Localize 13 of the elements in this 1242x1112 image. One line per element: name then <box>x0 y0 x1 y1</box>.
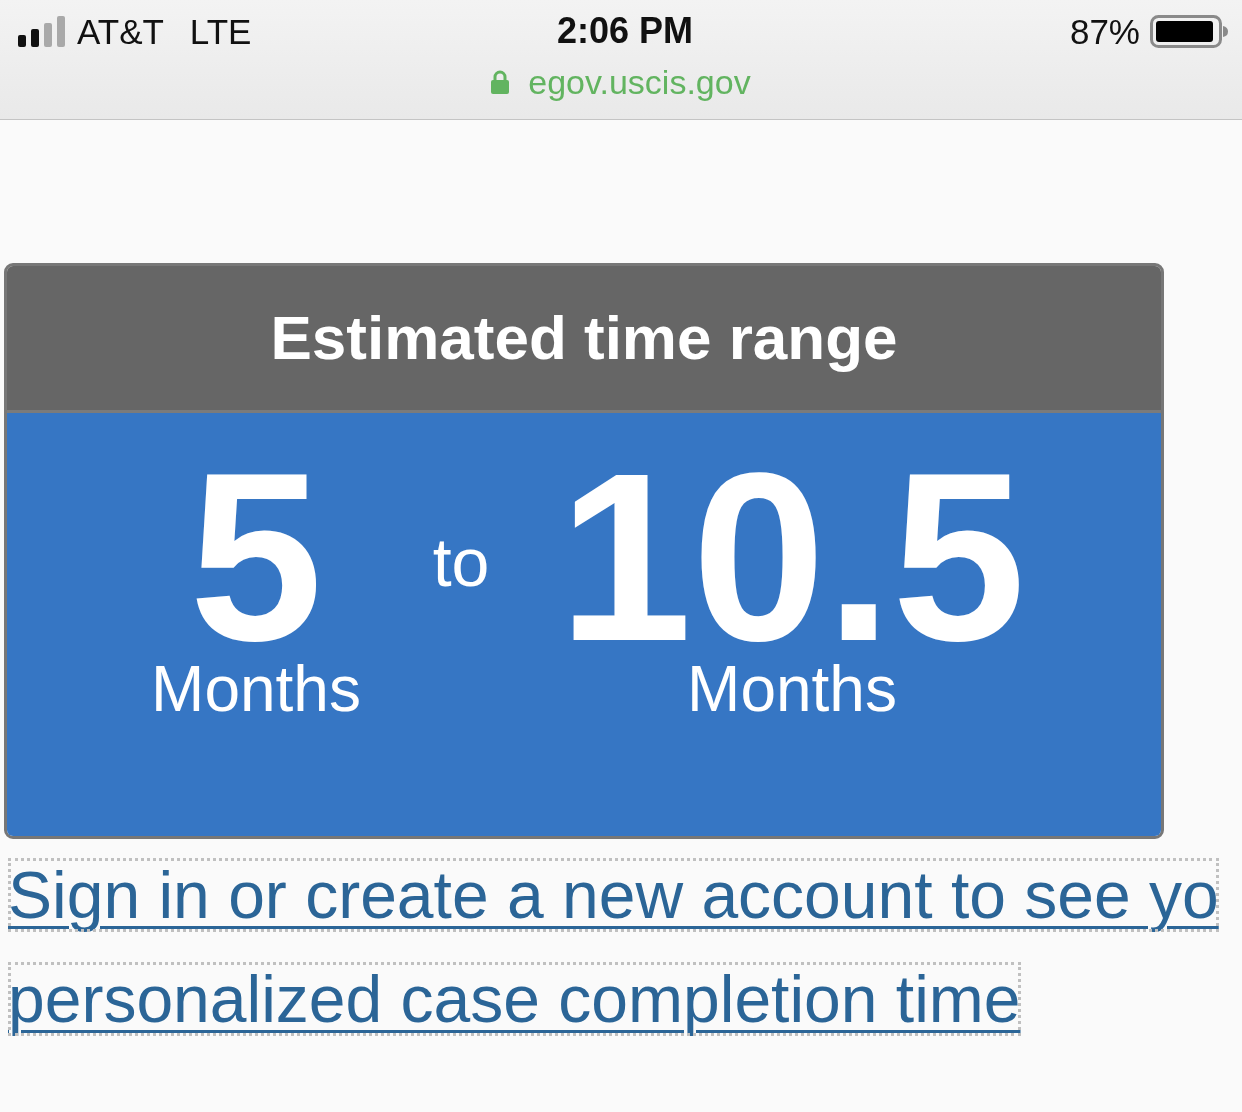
sign-in-link[interactable]: Sign in or create a new account to see yo personalized case completion time <box>8 843 1219 1051</box>
to-text: to <box>432 528 490 596</box>
network-type: LTE <box>189 13 252 49</box>
carrier-name: AT&T <box>77 13 164 49</box>
battery-percentage: 87% <box>1069 13 1140 49</box>
range-end-number: 10.5 <box>558 457 1026 657</box>
range-start-number: 5 <box>189 457 323 657</box>
signal-strength-icon <box>18 15 66 47</box>
range-start-unit: Months <box>151 657 361 721</box>
clock-time: 2:06 PM <box>556 13 694 49</box>
range-end-unit: Months <box>687 657 897 721</box>
battery-icon <box>1150 14 1228 48</box>
lock-icon <box>491 70 510 94</box>
